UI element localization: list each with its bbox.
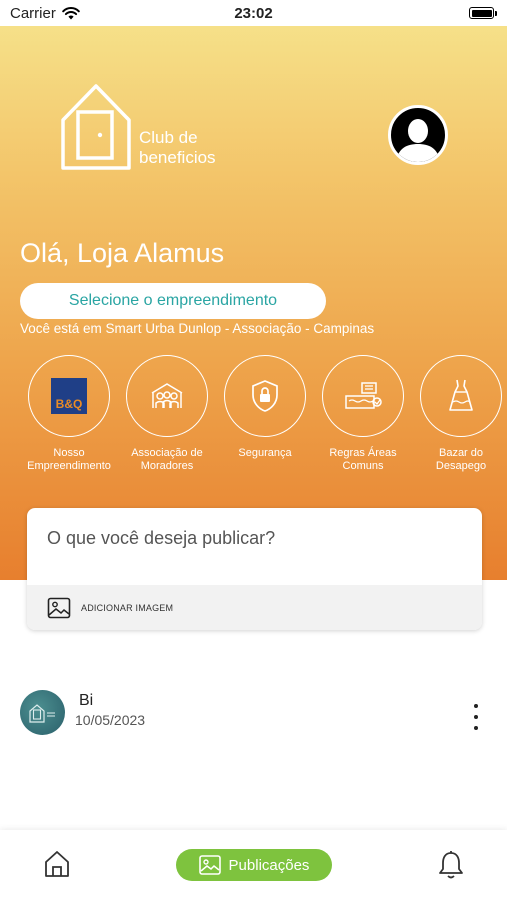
- profile-avatar[interactable]: [388, 105, 448, 165]
- category-bazar-desapego[interactable]: Bazar do Desapego: [412, 355, 507, 485]
- category-label: Associação de Moradores: [131, 447, 203, 472]
- greeting-title: Olá, Loja Alamus: [20, 238, 225, 268]
- category-icon-circle: [420, 355, 502, 437]
- battery-icon: [469, 7, 497, 19]
- tab-publicacoes-label: Publicações: [228, 856, 310, 874]
- post-author-name[interactable]: Bi: [79, 692, 93, 710]
- category-label: Bazar do Desapego: [435, 447, 487, 472]
- category-label: Nosso Empreendimento: [27, 447, 111, 472]
- category-regras-areas-comuns[interactable]: Regras Áreas Comuns: [314, 355, 412, 485]
- home-icon: [45, 851, 69, 877]
- post-composer: O que você deseja publicar? ADICIONAR IM…: [27, 508, 482, 630]
- shield-lock-icon: [252, 380, 278, 412]
- image-icon: [47, 597, 71, 618]
- bell-icon: [439, 851, 463, 879]
- status-left: Carrier: [10, 5, 80, 22]
- bottom-tab-bar: Publicações: [0, 830, 507, 900]
- logo-text: Club de beneficios: [139, 128, 216, 168]
- bq-logo: B&Q: [51, 378, 87, 414]
- tab-publicacoes[interactable]: Publicações: [176, 849, 332, 881]
- status-bar: Carrier 23:02: [0, 0, 507, 26]
- people-house-icon: [151, 383, 183, 408]
- category-icon-circle: [322, 355, 404, 437]
- publish-input[interactable]: O que você deseja publicar?: [47, 528, 275, 549]
- club-logo-icon: [28, 703, 55, 723]
- add-image-label: ADICIONAR IMAGEM: [81, 602, 174, 613]
- logo-line-2: beneficios: [139, 148, 216, 167]
- post-author-avatar[interactable]: [20, 690, 65, 735]
- category-icon-circle: B&Q: [28, 355, 110, 437]
- add-image-button[interactable]: ADICIONAR IMAGEM: [27, 585, 482, 630]
- tab-home[interactable]: [44, 850, 70, 883]
- carrier-label: Carrier: [10, 4, 56, 22]
- dress-icon: [449, 379, 473, 411]
- category-label: Segurança: [238, 447, 292, 459]
- current-location-text: Você está em Smart Urba Dunlop - Associa…: [20, 321, 375, 336]
- post-date: 10/05/2023: [75, 712, 146, 728]
- post-item: Bi 10/05/2023: [20, 690, 487, 740]
- wifi-icon: [62, 6, 80, 19]
- category-seguranca[interactable]: Segurança: [216, 355, 314, 485]
- user-silhouette-icon: [396, 119, 440, 162]
- category-label: Regras Áreas Comuns: [329, 447, 397, 472]
- category-nosso-empreendimento[interactable]: B&Q Nosso Empreendimento: [20, 355, 118, 485]
- tab-notifications[interactable]: [437, 850, 465, 885]
- image-icon: [198, 855, 221, 875]
- category-icon-circle: [224, 355, 306, 437]
- pool-icon: [345, 382, 382, 409]
- category-carousel[interactable]: B&Q Nosso Empreendimento Associação de M…: [20, 355, 507, 485]
- logo-line-1: Club de: [139, 128, 198, 147]
- category-icon-circle: [126, 355, 208, 437]
- category-associacao-moradores[interactable]: Associação de Moradores: [118, 355, 216, 485]
- more-options-icon[interactable]: [468, 704, 484, 730]
- select-development-button[interactable]: Selecione o empreendimento: [20, 283, 326, 319]
